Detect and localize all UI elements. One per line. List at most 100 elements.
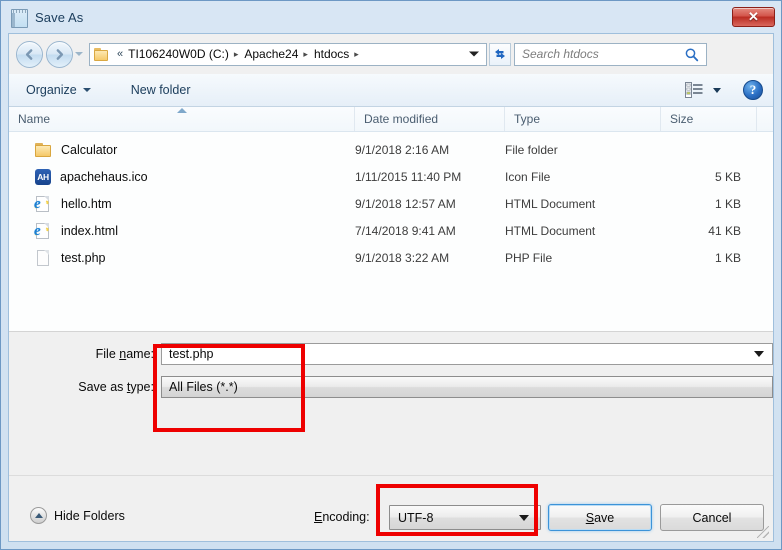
file-name-label: Calculator [61,142,118,157]
file-name-cell: AH apachehaus.ico [9,168,355,185]
breadcrumb-separator-icon[interactable]: ▸ [234,49,239,60]
save-form: File name: test.php Save as type: All Fi… [9,331,773,423]
table-row[interactable]: Calculator 9/1/2018 2:16 AM File folder [9,136,773,163]
new-folder-label: New folder [130,83,191,97]
close-icon: ✕ [748,9,759,24]
encoding-label: Encoding: [314,510,370,524]
file-name-label: index.html [61,223,118,238]
forward-button[interactable] [46,40,73,68]
save-button[interactable]: Save [548,504,652,531]
column-header-type[interactable]: Type [505,107,661,131]
arrow-right-icon [56,48,64,60]
file-name-cell: e hello.htm [9,195,355,212]
sort-ascending-icon [177,108,187,113]
encoding-value: UTF-8 [398,510,434,525]
file-type-cell: File folder [505,142,558,157]
file-date-cell: 7/14/2018 9:41 AM [355,223,456,238]
file-name-label: test.php [61,250,106,265]
search-icon [685,47,699,61]
table-row[interactable]: AH apachehaus.ico 1/11/2015 11:40 PM Ico… [9,163,773,190]
file-type-cell: HTML Document [505,196,596,211]
toolbar-right-group: ? [685,80,773,100]
file-size-cell: 5 KB [714,169,741,184]
dialog-body: « TI106240W0D (C:) ▸ Apache24 ▸ htdocs ▸… [8,33,774,542]
hide-folders-label: Hide Folders [54,508,125,523]
column-header-size[interactable]: Size [661,107,757,131]
file-date-cell: 1/11/2015 11:40 PM [355,169,462,184]
search-box[interactable]: Search htdocs [514,42,707,66]
folder-icon [94,47,109,61]
breadcrumb-item-apache24[interactable]: Apache24 [242,46,300,62]
file-name-label: apachehaus.ico [60,169,148,184]
encoding-select[interactable]: UTF-8 [389,505,541,530]
table-row[interactable]: e index.html 7/14/2018 9:41 AM HTML Docu… [9,217,773,244]
breadcrumb: « TI106240W0D (C:) ▸ Apache24 ▸ htdocs ▸ [114,46,363,62]
title-bar: Save As ✕ [1,1,781,33]
organize-label: Organize [26,83,77,97]
notepad-icon [11,8,28,28]
file-list-pane[interactable]: Name Date modified Type Size Calculator … [9,107,773,331]
file-type-cell: HTML Document [505,223,596,238]
table-row[interactable]: test.php 9/1/2018 3:22 AM PHP File 1 KB [9,244,773,271]
breadcrumb-separator-icon[interactable]: ▸ [354,49,359,60]
refresh-icon [495,49,505,59]
chevron-down-icon [82,88,91,92]
filename-value: test.php [169,347,214,361]
breadcrumb-item-drive[interactable]: TI106240W0D (C:) [126,46,231,62]
hide-folders-button[interactable]: Hide Folders [30,507,125,524]
file-name-cell: test.php [9,249,355,266]
file-name-cell: e index.html [9,222,355,239]
ie-document-icon: e [33,222,52,239]
cancel-label: Cancel [692,510,732,525]
breadcrumb-separator-icon[interactable]: ▸ [303,49,308,60]
back-button[interactable] [16,40,43,68]
filename-label: File name: [95,347,154,361]
file-date-cell: 9/1/2018 12:57 AM [355,196,456,211]
arrow-left-icon [25,48,33,60]
cancel-button[interactable]: Cancel [660,504,764,531]
filename-input[interactable]: test.php [161,343,773,365]
column-header-label: Date modified [364,112,439,126]
new-folder-button[interactable]: New folder [122,78,200,102]
dialog-footer: Hide Folders Encoding: UTF-8 Save Cancel [9,475,773,541]
table-row[interactable]: e hello.htm 9/1/2018 12:57 AM HTML Docum… [9,190,773,217]
column-header-name[interactable]: Name [9,107,355,131]
help-button[interactable]: ? [743,80,763,100]
refresh-button[interactable] [489,42,511,66]
view-dropdown-button[interactable] [713,87,721,93]
address-bar[interactable]: « TI106240W0D (C:) ▸ Apache24 ▸ htdocs ▸ [89,42,487,66]
file-date-cell: 9/1/2018 2:16 AM [355,142,450,157]
filename-row: File name: test.php [9,341,773,367]
chevron-up-circle-icon [30,507,47,524]
column-header-row: Name Date modified Type Size [9,107,773,132]
folder-icon [35,142,52,158]
filetype-value: All Files (*.*) [169,380,238,394]
file-size-cell: 41 KB [708,223,741,238]
apachehaus-icon: AH [35,168,51,185]
organize-button[interactable]: Organize [17,78,100,102]
history-dropdown-button[interactable] [75,52,83,56]
save-as-dialog: Save As ✕ « TI106240W0D (C:) ▸ Apache24 … [0,0,782,550]
search-input[interactable]: Search htdocs [522,47,599,61]
file-type-cell: Icon File [505,169,551,184]
breadcrumb-item-htdocs[interactable]: htdocs [312,46,351,62]
column-header-label: Size [670,112,694,126]
chevron-down-icon[interactable] [754,351,764,357]
resize-grip-icon[interactable] [757,526,769,538]
list-view-icon[interactable] [685,82,703,98]
chevron-down-icon [519,514,529,521]
file-name-label: hello.htm [61,196,112,211]
breadcrumb-overflow-icon[interactable]: « [117,48,123,60]
file-type-cell: PHP File [505,250,553,265]
column-header-date-modified[interactable]: Date modified [355,107,505,131]
file-size-cell: 1 KB [714,250,741,265]
file-name-cell: Calculator [9,142,355,158]
toolbar: Organize New folder ? [9,74,773,107]
close-button[interactable]: ✕ [732,7,775,27]
filetype-select[interactable]: All Files (*.*) [161,376,773,398]
address-bar-row: « TI106240W0D (C:) ▸ Apache24 ▸ htdocs ▸… [9,34,777,74]
column-header-label: Type [514,112,541,126]
address-dropdown-button[interactable] [469,51,479,57]
ie-document-icon: e [33,195,52,212]
help-icon: ? [749,82,757,97]
